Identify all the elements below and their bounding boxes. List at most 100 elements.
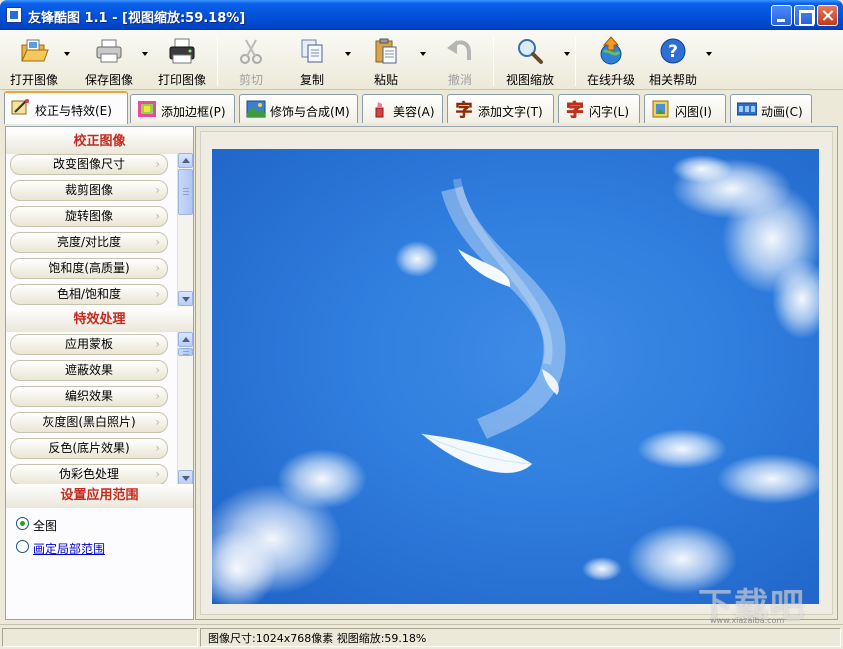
scroll-up-button[interactable] [178, 153, 193, 168]
correction-tab-icon [11, 99, 29, 115]
save-dropdown-arrow[interactable] [142, 52, 148, 56]
svg-text:字: 字 [567, 100, 584, 118]
copy-dropdown-arrow[interactable] [345, 52, 351, 56]
undo-arrow-icon [447, 40, 471, 60]
image-canvas-area[interactable] [195, 126, 838, 620]
open-dropdown-arrow[interactable] [64, 52, 70, 56]
tab-label: 闪图(I) [675, 105, 712, 119]
scope-whole-image-option[interactable]: 全图 [16, 516, 136, 533]
effects-scrollbar[interactable] [177, 332, 193, 486]
tab-animation[interactable]: 动画(C) [730, 94, 812, 123]
view-zoom-label: 视图缩放 [505, 73, 554, 87]
scope-option-label[interactable]: 画定局部范围 [33, 540, 105, 557]
apply-mask-item[interactable]: 应用蒙板 [10, 334, 168, 355]
tab-beauty[interactable]: 美容(A) [362, 94, 443, 123]
sky-feather-photo[interactable] [212, 149, 819, 604]
help-button[interactable]: ? 相关帮助 [645, 34, 701, 88]
tab-flash-text[interactable]: 字 闪字(L) [558, 94, 640, 123]
status-panel-empty [2, 628, 198, 647]
tab-add-text[interactable]: 字 添加文字(T) [447, 94, 554, 123]
print-image-button[interactable]: 打印图像 [154, 34, 210, 88]
open-image-label: 打开图像 [9, 73, 58, 87]
app-icon [6, 7, 22, 23]
flash-image-icon [652, 100, 669, 118]
save-image-label: 保存图像 [84, 73, 133, 87]
toolbar-separator [493, 36, 494, 86]
save-printer-icon [96, 39, 122, 63]
help-dropdown-arrow[interactable] [706, 52, 712, 56]
hue-saturation-item[interactable]: 色相/饱和度 [10, 284, 168, 305]
crop-image-item[interactable]: 裁剪图像 [10, 180, 168, 201]
radio-button[interactable] [16, 517, 29, 530]
effects-list: 应用蒙板 遮蔽效果 编织效果 灰度图(黑白照片) 反色(底片效果) 伪彩色处理 [6, 332, 193, 486]
correction-scrollbar[interactable] [177, 153, 193, 307]
open-image-button[interactable]: 打开图像 [6, 34, 62, 88]
decorate-tab-icon [246, 100, 266, 118]
photo-drawing [212, 155, 819, 604]
tab-bar: 校正与特效(E) 添加边框(P) 修饰与合成(M) 美容(A) 字 添加文字(T… [0, 91, 843, 125]
copy-icon [301, 39, 323, 63]
scroll-up-button[interactable] [178, 332, 193, 347]
tab-label: 添加边框(P) [161, 105, 226, 119]
tab-add-border[interactable]: 添加边框(P) [130, 94, 235, 123]
window-title: 友锋酷图 1.1 - [视图缩放:59.18%] [28, 11, 246, 26]
cut-label: 剪切 [238, 73, 263, 87]
scissors-icon [240, 39, 262, 64]
tab-label: 动画(C) [761, 105, 803, 119]
tab-decorate-compose[interactable]: 修饰与合成(M) [239, 94, 358, 123]
mask-effect-item[interactable]: 遮蔽效果 [10, 360, 168, 381]
paste-button[interactable]: 粘贴 [362, 34, 410, 88]
online-upgrade-label: 在线升级 [586, 73, 635, 87]
status-bar: 图像尺寸:1024x768像素 视图缩放:59.18% [0, 624, 843, 649]
tab-label: 校正与特效(E) [35, 104, 112, 118]
saturation-item[interactable]: 饱和度(高质量) [10, 258, 168, 279]
open-folder-icon [21, 39, 49, 62]
scroll-thumb[interactable] [178, 348, 193, 356]
scroll-thumb[interactable] [178, 169, 193, 215]
title-bar[interactable]: 友锋酷图 1.1 - [视图缩放:59.18%] [0, 0, 843, 30]
upgrade-globe-icon [600, 36, 622, 65]
close-button[interactable] [817, 5, 838, 26]
invert-item[interactable]: 反色(底片效果) [10, 438, 168, 459]
left-panel: 校正图像 改变图像尺寸 裁剪图像 旋转图像 亮度/对比度 饱和度(高质量) 色相… [5, 126, 194, 620]
copy-button[interactable]: 复制 [288, 34, 336, 88]
save-image-button[interactable]: 保存图像 [80, 34, 138, 88]
svg-text:字: 字 [456, 100, 473, 118]
rotate-image-item[interactable]: 旋转图像 [10, 206, 168, 227]
paste-dropdown-arrow[interactable] [420, 52, 426, 56]
flash-text-icon: 字 [566, 100, 584, 118]
scroll-down-button[interactable] [178, 470, 193, 485]
toolbar-separator [575, 36, 576, 86]
svg-text:?: ? [668, 42, 678, 62]
help-question-icon: ? [660, 38, 686, 64]
toolbar: 打开图像 保存图像 打印图像 剪切 复制 粘贴 撤消 视图缩放 在线升级 ? 相… [0, 30, 843, 90]
grayscale-item[interactable]: 灰度图(黑白照片) [10, 412, 168, 433]
brightness-contrast-item[interactable]: 亮度/对比度 [10, 232, 168, 253]
print-image-label: 打印图像 [157, 73, 206, 87]
cut-button[interactable]: 剪切 [224, 34, 278, 88]
zoom-dropdown-arrow[interactable] [564, 52, 570, 56]
beauty-lipstick-icon [375, 102, 384, 118]
tab-correction-effects[interactable]: 校正与特效(E) [4, 91, 128, 124]
toolbar-separator [217, 36, 218, 86]
maximize-button[interactable] [794, 5, 815, 26]
border-tab-icon [138, 101, 156, 117]
pseudo-color-item[interactable]: 伪彩色处理 [10, 464, 168, 485]
printer-icon [169, 38, 195, 64]
minimize-button[interactable] [771, 5, 792, 26]
online-upgrade-button[interactable]: 在线升级 [582, 34, 640, 88]
canvas-inner-frame [200, 131, 833, 615]
view-zoom-button[interactable]: 视图缩放 [500, 34, 560, 88]
animation-filmstrip-icon [737, 102, 757, 116]
scope-partial-option[interactable]: 画定局部范围 [16, 539, 136, 557]
scroll-down-button[interactable] [178, 291, 193, 306]
undo-button[interactable]: 撤消 [436, 34, 484, 88]
paste-label: 粘贴 [373, 73, 398, 87]
resize-image-item[interactable]: 改变图像尺寸 [10, 154, 168, 175]
tab-flash-image[interactable]: 闪图(I) [644, 94, 726, 123]
undo-label: 撤消 [447, 73, 472, 87]
tab-label: 修饰与合成(M) [270, 105, 350, 119]
weave-effect-item[interactable]: 编织效果 [10, 386, 168, 407]
scope-section-title: 设置应用范围 [6, 484, 193, 508]
radio-button[interactable] [16, 540, 29, 553]
